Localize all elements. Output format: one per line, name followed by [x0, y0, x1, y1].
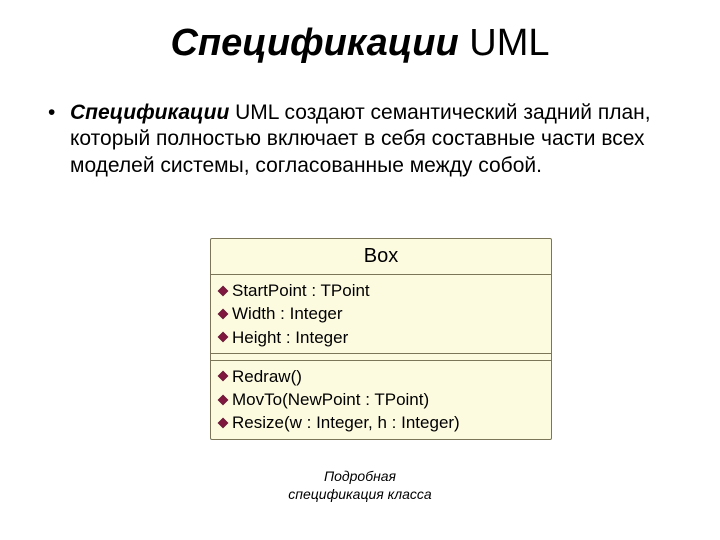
slide: Спецификации UML Спецификации UML создаю…: [0, 0, 720, 540]
operation-label: Resize(w : Integer, h : Integer): [232, 412, 545, 433]
title-emphasis: Спецификации: [170, 22, 458, 64]
diamond-icon: [217, 285, 229, 297]
attribute-label: Width : Integer: [232, 303, 545, 324]
operation-row: Resize(w : Integer, h : Integer): [217, 411, 545, 434]
body-text: Спецификации UML создают семантический з…: [44, 100, 684, 179]
caption-line1: Подробная: [324, 468, 396, 484]
attribute-row: Height : Integer: [217, 326, 545, 349]
uml-class-box: Box StartPoint : TPoint Width : Integer …: [210, 238, 552, 440]
attribute-label: Height : Integer: [232, 327, 545, 348]
attribute-label: StartPoint : TPoint: [232, 280, 545, 301]
operation-label: Redraw(): [232, 366, 545, 387]
diamond-icon: [217, 331, 229, 343]
bullet-list: Спецификации UML создают семантический з…: [44, 100, 684, 179]
bullet-lead: Спецификации: [70, 101, 229, 124]
operation-label: MovTo(NewPoint : TPoint): [232, 389, 545, 410]
diamond-icon: [217, 370, 229, 382]
class-name: Box: [364, 245, 398, 267]
caption: Подробная спецификация класса: [0, 468, 720, 503]
attribute-row: StartPoint : TPoint: [217, 279, 545, 302]
operation-row: MovTo(NewPoint : TPoint): [217, 388, 545, 411]
operations-section: Redraw() MovTo(NewPoint : TPoint) Resize…: [211, 360, 551, 439]
diamond-icon: [217, 308, 229, 320]
title-rest: UML: [459, 22, 550, 64]
bullet-item: Спецификации UML создают семантический з…: [44, 100, 684, 179]
operations-pad: [211, 353, 551, 360]
diamond-icon: [217, 394, 229, 406]
attribute-row: Width : Integer: [217, 302, 545, 325]
operation-row: Redraw(): [217, 365, 545, 388]
attributes-section: StartPoint : TPoint Width : Integer Heig…: [211, 274, 551, 353]
caption-line2: спецификация класса: [288, 486, 431, 502]
diamond-icon: [217, 417, 229, 429]
slide-title: Спецификации UML: [0, 22, 720, 65]
class-name-section: Box: [211, 239, 551, 274]
